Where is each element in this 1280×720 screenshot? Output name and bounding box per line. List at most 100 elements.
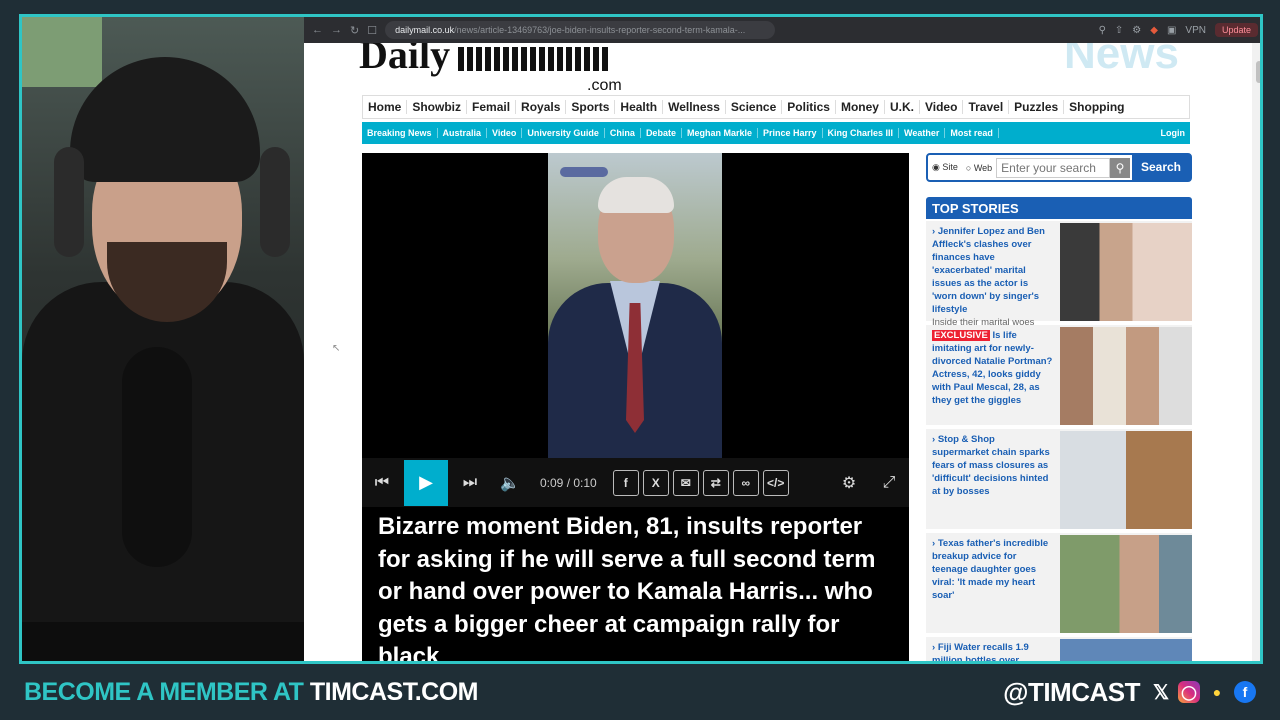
nav-item-video[interactable]: Video — [920, 100, 964, 114]
social-handle: @TIMCAST — [1003, 676, 1140, 707]
embed-icon[interactable]: </> — [762, 469, 789, 496]
story-item[interactable]: › Texas father's incredible breakup advi… — [926, 533, 1192, 635]
cta-prefix: BECOME A MEMBER AT — [24, 677, 310, 706]
subnav-item-prince-harry[interactable]: Prince Harry — [758, 128, 823, 138]
video-controls: ⏮ ▶ ⏭ 🔈 0:09 / 0:10 f X ✉ ⇄ ∞ </> ⚙ ⤢ — [362, 458, 909, 507]
content-frame: ← → ↻ ☐ dailymail.co.uk /news/article-13… — [19, 14, 1263, 664]
settings-gear-icon[interactable]: ⚙ — [829, 458, 869, 507]
top-stories-heading: TOP STORIES — [926, 197, 1192, 219]
volume-icon[interactable]: 🔈 — [490, 458, 530, 507]
subnav-item-university-guide[interactable]: University Guide — [522, 128, 605, 138]
login-link[interactable]: Login — [1156, 128, 1191, 138]
nav-item-puzzles[interactable]: Puzzles — [1009, 100, 1065, 114]
shield-icon[interactable]: ◆ — [1150, 25, 1158, 36]
story-text: › Texas father's incredible breakup advi… — [932, 538, 1049, 601]
nav-item-politics[interactable]: Politics — [782, 100, 836, 114]
email-share-icon[interactable]: ✉ — [672, 469, 699, 496]
subnav-item-meghan-markle[interactable]: Meghan Markle — [682, 128, 758, 138]
facebook-share-icon[interactable]: f — [612, 469, 639, 496]
search-web-radio[interactable]: ○ Web — [962, 163, 996, 173]
extension-icon[interactable]: ⚙ — [1132, 25, 1141, 36]
dailymail-logo[interactable]: Daily .com — [359, 43, 622, 94]
search-button[interactable]: Search — [1132, 154, 1190, 181]
share-icon[interactable]: ⇧ — [1115, 25, 1123, 36]
subnav-item-australia[interactable]: Australia — [438, 128, 488, 138]
story-thumbnail[interactable] — [1060, 535, 1192, 633]
subnav-item-king-charles-iii[interactable]: King Charles III — [823, 128, 900, 138]
subnav-item-weather[interactable]: Weather — [899, 128, 946, 138]
story-headline: Fiji Water recalls 1.9 million bottles o… — [932, 642, 1029, 664]
video-player[interactable] — [362, 153, 909, 458]
x-icon: 𝕏 — [1152, 681, 1170, 704]
reload-icon[interactable]: ↻ — [350, 24, 359, 37]
mouse-cursor-icon: ↖ — [332, 343, 341, 354]
subnav-item-debate[interactable]: Debate — [641, 128, 682, 138]
video-hair — [598, 177, 674, 213]
story-thumbnail[interactable] — [1060, 639, 1192, 661]
subnav-item-china[interactable]: China — [605, 128, 641, 138]
membership-cta: BECOME A MEMBER AT TIMCAST.COM — [24, 678, 478, 707]
video-watermark — [560, 167, 608, 177]
stream-overlay: ← → ↻ ☐ dailymail.co.uk /news/article-13… — [0, 0, 1280, 720]
nav-item-shopping[interactable]: Shopping — [1064, 100, 1129, 114]
search-icon[interactable]: ⚲ — [1110, 157, 1130, 178]
video-time: 0:09 / 0:10 — [540, 475, 597, 490]
browser-window: ← → ↻ ☐ dailymail.co.uk /news/article-13… — [304, 17, 1260, 664]
page-scrollbar[interactable] — [1252, 43, 1260, 661]
search-site-radio[interactable]: ◉ Site — [928, 162, 962, 173]
back-icon[interactable]: ← — [312, 24, 323, 36]
nav-item-sports[interactable]: Sports — [566, 100, 616, 114]
bookmark-icon[interactable]: ☐ — [367, 24, 377, 37]
main-nav: Home Showbiz Femail Royals Sports Health Welln… — [362, 95, 1190, 119]
logo-mail-glyph — [458, 46, 609, 71]
story-item[interactable]: › Fiji Water recalls 1.9 million bottles… — [926, 637, 1192, 664]
nav-item-showbiz[interactable]: Showbiz — [407, 100, 468, 114]
subnav-item-most-read[interactable]: Most read — [945, 128, 999, 138]
story-text: EXCLUSIVE Is life imitating art for newl… — [932, 329, 1054, 407]
story-item[interactable]: › Jennifer Lopez and Ben Affleck's clash… — [926, 221, 1192, 328]
search-input[interactable] — [996, 157, 1110, 178]
page-content: Daily .com News Home Showbiz Femail Royals Sp… — [304, 43, 1260, 664]
x-share-icon[interactable]: X — [642, 469, 669, 496]
nav-item-royals[interactable]: Royals — [516, 100, 567, 114]
nav-item-u-k-[interactable]: U.K. — [885, 100, 920, 114]
headphone-right — [260, 147, 290, 257]
lightbulb-icon: ● — [1212, 684, 1222, 700]
wallet-icon[interactable]: ▣ — [1167, 25, 1176, 36]
address-bar[interactable]: dailymail.co.uk /news/article-13469763/j… — [385, 21, 776, 39]
story-headline: Texas father's incredible breakup advice… — [932, 538, 1049, 601]
fullscreen-icon[interactable]: ⤢ — [869, 458, 909, 507]
zoom-icon[interactable]: ⚲ — [1099, 25, 1106, 36]
logo-sub: .com — [587, 77, 622, 94]
story-thumbnail[interactable] — [1060, 431, 1192, 529]
subnav-item-breaking-news[interactable]: Breaking News — [362, 128, 438, 138]
story-item[interactable]: EXCLUSIVE Is life imitating art for newl… — [926, 325, 1192, 427]
previous-icon[interactable]: ⏮ — [362, 458, 402, 507]
next-icon[interactable]: ⏭ — [450, 458, 490, 507]
nav-item-health[interactable]: Health — [615, 100, 664, 114]
story-thumbnail[interactable] — [1060, 327, 1192, 425]
story-headline: Is life imitating art for newly-divorced… — [932, 330, 1053, 406]
vpn-label[interactable]: VPN — [1185, 25, 1206, 36]
search-web-label: Web — [973, 162, 993, 173]
nav-item-wellness[interactable]: Wellness — [663, 100, 726, 114]
scrollbar-thumb[interactable] — [1256, 61, 1260, 83]
toolbar-icons: ⚲ ⇧ ⚙ ◆ ▣ VPN Update — [1099, 23, 1258, 37]
search-box: ◉ Site ○ Web ⚲ Search — [926, 153, 1192, 182]
play-button[interactable]: ▶ — [404, 459, 448, 506]
link-icon[interactable]: ∞ — [732, 469, 759, 496]
share-network-icon[interactable]: ⇄ — [702, 469, 729, 496]
nav-item-travel[interactable]: Travel — [963, 100, 1010, 114]
update-button[interactable]: Update — [1214, 23, 1258, 37]
nav-item-science[interactable]: Science — [726, 100, 783, 114]
nav-item-home[interactable]: Home — [363, 100, 408, 114]
headphone-left — [54, 147, 84, 257]
story-item[interactable]: › Stop & Shop supermarket chain sparks f… — [926, 429, 1192, 531]
forward-icon[interactable]: → — [331, 24, 342, 36]
subnav-item-video[interactable]: Video — [487, 128, 523, 138]
nav-item-money[interactable]: Money — [836, 100, 885, 114]
story-thumbnail[interactable] — [1060, 223, 1192, 321]
nav-item-femail[interactable]: Femail — [467, 100, 517, 114]
facebook-icon: f — [1234, 681, 1256, 703]
url-path: /news/article-13469763/joe-biden-insults… — [454, 25, 746, 35]
